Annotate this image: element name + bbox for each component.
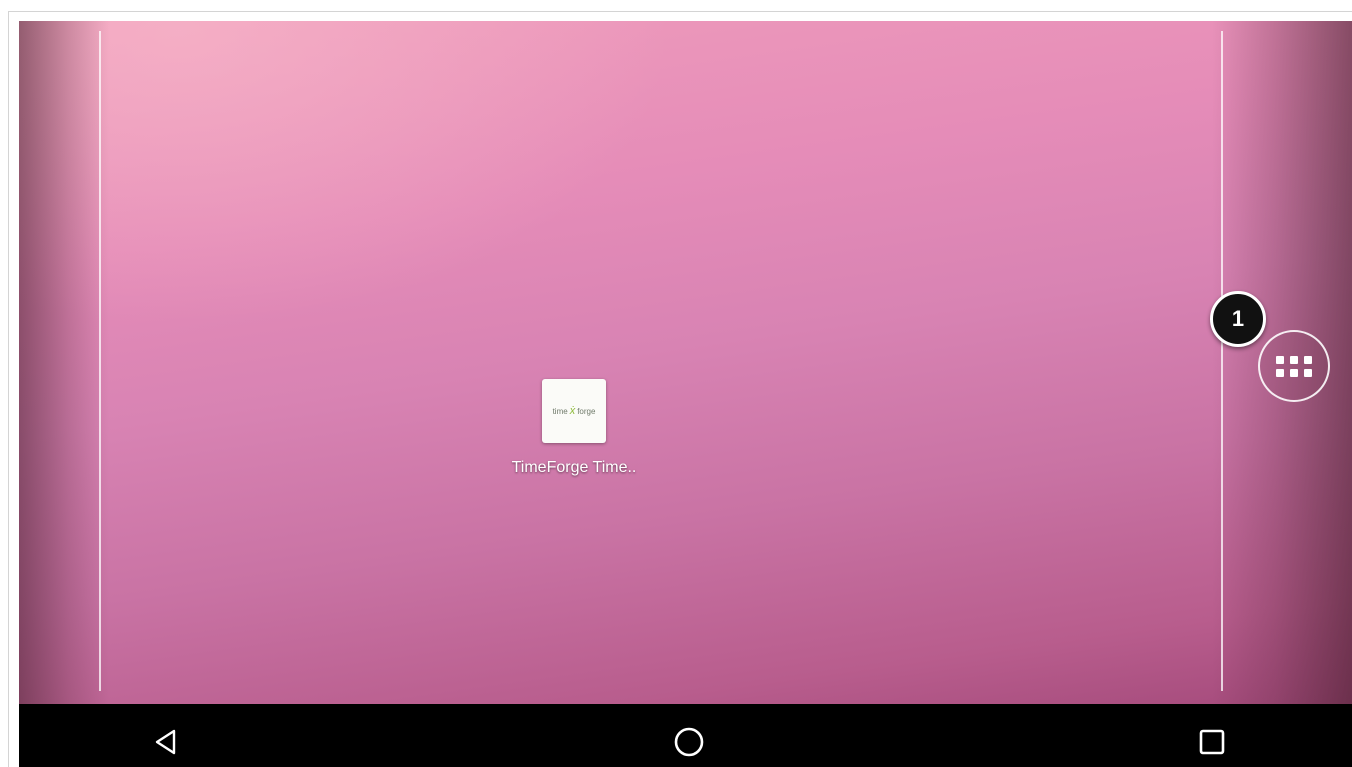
timeforge-logo-icon[interactable]: time ẋ forge	[542, 379, 606, 443]
logo-text-forge: forge	[577, 406, 596, 416]
home-wallpaper: time ẋ forge TimeForge Time.. 1	[19, 21, 1352, 704]
android-screen: time ẋ forge TimeForge Time.. 1	[19, 21, 1352, 767]
logo-mark: ẋ	[569, 405, 576, 417]
timeforge-app-shortcut[interactable]: time ẋ forge TimeForge Time..	[489, 379, 659, 477]
page-boundary-right	[1221, 31, 1223, 691]
navigation-bar	[19, 704, 1352, 767]
app-shortcut-label[interactable]: TimeForge Time..	[512, 459, 637, 477]
app-drawer-button[interactable]	[1258, 330, 1330, 402]
logo-text-time: time	[552, 406, 568, 416]
triangle-back-icon	[155, 729, 176, 755]
app-drawer-grid-icon	[1276, 355, 1312, 377]
square-recents-icon	[1199, 729, 1225, 755]
recents-button[interactable]	[1192, 722, 1232, 762]
page-boundary-left	[99, 31, 101, 691]
circle-home-icon	[674, 727, 704, 757]
wallpaper-shade-left	[19, 21, 109, 704]
home-button[interactable]	[669, 722, 709, 762]
back-button[interactable]	[146, 722, 186, 762]
step-callout-badge: 1	[1210, 291, 1266, 347]
